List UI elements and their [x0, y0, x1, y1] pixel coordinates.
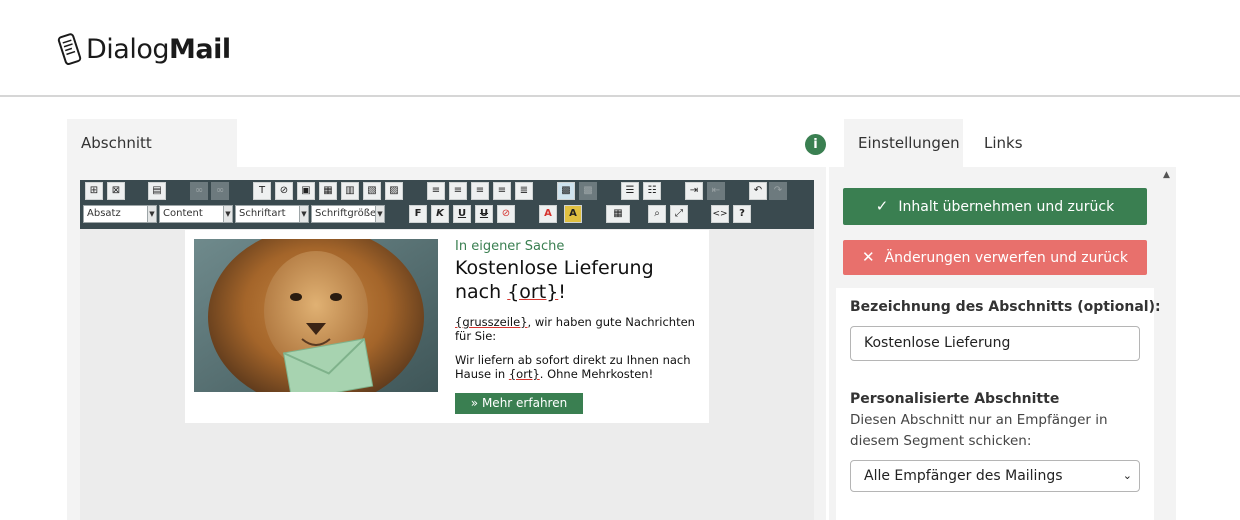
- numbered-list-icon[interactable]: ☷: [643, 182, 661, 200]
- info-icon[interactable]: i: [805, 134, 826, 155]
- segment-select-value: Alle Empfänger des Mailings: [864, 468, 1063, 484]
- phone-logo-icon: [57, 33, 82, 66]
- check-icon: ✓: [875, 197, 889, 215]
- remove-field-icon[interactable]: ⊠: [107, 182, 125, 200]
- content-kicker: In eigener Sache: [455, 239, 565, 254]
- align-center-icon[interactable]: ≡: [449, 182, 467, 200]
- close-icon: ✕: [862, 248, 875, 266]
- table-icon[interactable]: ▦: [606, 205, 630, 223]
- italic-button[interactable]: K: [431, 205, 449, 223]
- content-paragraph-1: {grusszeile}, wir haben gute Nachrichten…: [455, 315, 705, 343]
- strikethrough-button[interactable]: U: [475, 205, 493, 223]
- font-select[interactable]: Schriftart ▼: [235, 205, 309, 223]
- lion-image[interactable]: [194, 239, 438, 392]
- bold-button[interactable]: F: [409, 205, 427, 223]
- paste-icon[interactable]: ▤: [148, 182, 166, 200]
- unlink-icon[interactable]: ∞: [211, 182, 229, 200]
- discard-button[interactable]: ✕ Änderungen verwerfen und zurück: [843, 240, 1147, 275]
- section-name-input[interactable]: Kostenlose Lieferung: [850, 326, 1140, 361]
- tab-edit-section[interactable]: Abschnitt bearbeiten: [67, 119, 237, 200]
- text-color-icon[interactable]: A: [539, 205, 557, 223]
- discard-button-label: Änderungen verwerfen und zurück: [884, 250, 1128, 266]
- indent-icon[interactable]: ⇥: [685, 182, 703, 200]
- personalized-sections-label: Personalisierte Abschnitte: [850, 391, 1060, 407]
- cta-button[interactable]: » Mehr erfahren: [455, 393, 583, 414]
- accept-button-label: Inhalt übernehmen und zurück: [898, 199, 1115, 215]
- format-select-value: Absatz: [87, 208, 121, 219]
- tab-links[interactable]: Links: [970, 119, 1030, 167]
- app-header: DialogMail: [0, 0, 1240, 97]
- size-select-value: Schriftgröße: [315, 208, 377, 219]
- image-placeholder-icon[interactable]: ▣: [297, 182, 315, 200]
- source-code-button[interactable]: <>: [711, 205, 729, 223]
- toolbar-row-2: Absatz ▼ Content ▼ Schriftart ▼ Schriftgröß…: [80, 205, 814, 227]
- placeholder-ort: {ort}: [508, 367, 540, 381]
- link-icon[interactable]: ∞: [190, 182, 208, 200]
- font-select-value: Schriftart: [239, 208, 286, 219]
- section-name-label: Bezeichnung des Abschnitts (optional):: [850, 299, 1161, 315]
- accept-button[interactable]: ✓ Inhalt übernehmen und zurück: [843, 188, 1147, 225]
- align-justify-icon[interactable]: ≡: [493, 182, 511, 200]
- scroll-up-icon[interactable]: ▲: [1163, 170, 1170, 180]
- lion-illustration: [194, 239, 438, 392]
- insert-field-icon[interactable]: ⊞: [85, 182, 103, 200]
- brand-name-bold: Mail: [169, 33, 231, 65]
- chevron-down-icon: ⌄: [1122, 469, 1132, 482]
- outdent-icon[interactable]: ⇤: [707, 182, 725, 200]
- toolbar-row-1: ⊞ ⊠ ▤ ∞ ∞ T ⊘ ▣ ▦ ▥ ▧ ▨ ≡ ≡ ≡ ≡ ≣ ▩ ▩ ☰ …: [80, 182, 814, 204]
- placeholder-grusszeile: {grusszeile}: [455, 315, 528, 329]
- chevron-down-icon: ▼: [375, 206, 384, 222]
- personalized-sections-description: Diesen Abschnitt nur an Empfänger in die…: [850, 412, 1108, 449]
- size-select[interactable]: Schriftgröße ▼: [311, 205, 385, 223]
- content-headline: Kostenlose Lieferung nach {ort}!: [455, 256, 705, 304]
- underline-button[interactable]: U: [453, 205, 471, 223]
- headline-suffix: !: [558, 281, 566, 303]
- image-icon[interactable]: ▩: [557, 182, 575, 200]
- background-color-icon[interactable]: A: [564, 205, 582, 223]
- brand-name: DialogMail: [86, 34, 231, 65]
- tab-settings[interactable]: Einstellungen: [844, 119, 963, 167]
- style-select[interactable]: Content ▼: [159, 205, 233, 223]
- remove-format-icon[interactable]: ⊘: [275, 182, 293, 200]
- align-left-icon[interactable]: ≡: [427, 182, 445, 200]
- insert-text-icon[interactable]: T: [253, 182, 271, 200]
- redo-icon[interactable]: ↷: [769, 182, 787, 200]
- format-select[interactable]: Absatz ▼: [83, 205, 157, 223]
- brand-name-light: Dialog: [86, 33, 170, 65]
- clear-format-icon[interactable]: ⊘: [497, 205, 515, 223]
- bullet-list-icon[interactable]: ☰: [621, 182, 639, 200]
- undo-icon[interactable]: ↶: [749, 182, 767, 200]
- chevron-down-icon: ▼: [299, 206, 308, 222]
- layout-icon[interactable]: ▥: [341, 182, 359, 200]
- search-icon[interactable]: ⌕: [648, 205, 666, 223]
- editor-toolbar: ⊞ ⊠ ▤ ∞ ∞ T ⊘ ▣ ▦ ▥ ▧ ▨ ≡ ≡ ≡ ≡ ≣ ▩ ▩ ☰ …: [80, 180, 814, 229]
- image-edit-icon[interactable]: ▩: [579, 182, 597, 200]
- chevron-down-icon: ▼: [147, 206, 156, 222]
- segment-select[interactable]: Alle Empfänger des Mailings ⌄: [850, 460, 1140, 492]
- align-right-icon[interactable]: ≡: [471, 182, 489, 200]
- help-button[interactable]: ?: [733, 205, 751, 223]
- fullscreen-icon[interactable]: ⤢: [670, 205, 688, 223]
- insert-block-icon[interactable]: ▨: [385, 182, 403, 200]
- content-paragraph-2: Wir liefern ab sofort direkt zu Ihnen na…: [455, 353, 705, 381]
- qr-code-icon[interactable]: ▦: [319, 182, 337, 200]
- block-icon[interactable]: ▧: [363, 182, 381, 200]
- style-select-value: Content: [163, 208, 203, 219]
- paragraph-2-suffix: . Ohne Mehrkosten!: [539, 367, 654, 381]
- line-height-icon[interactable]: ≣: [515, 182, 533, 200]
- brand-logo[interactable]: DialogMail: [57, 30, 231, 68]
- chevron-down-icon: ▼: [223, 206, 232, 222]
- placeholder-ort: {ort}: [507, 281, 559, 303]
